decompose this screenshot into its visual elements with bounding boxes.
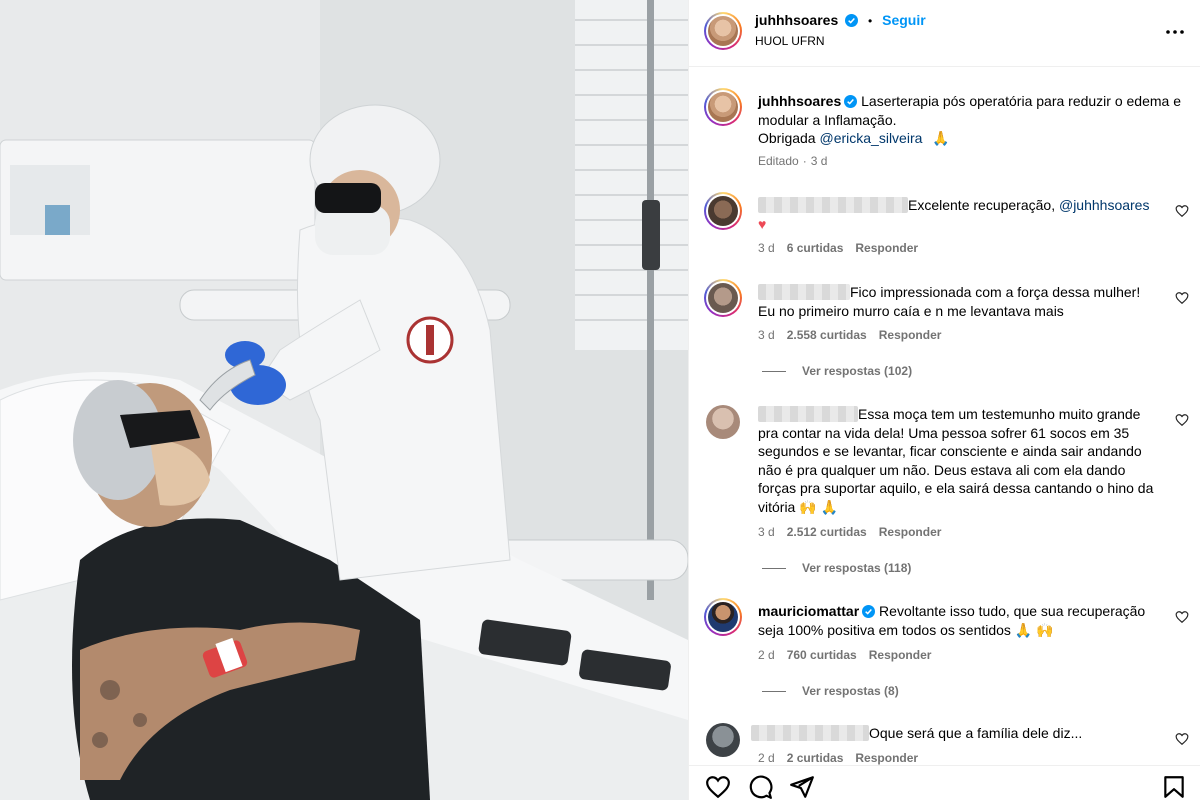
blurred-username (751, 725, 869, 741)
post-header: juhhhsoares • Seguir HUOL UFRN (689, 0, 1200, 67)
comment-meta: 3 d6 curtidas Responder (758, 241, 919, 255)
separator-dot: • (868, 14, 873, 28)
replies-divider (762, 691, 786, 693)
caption-time[interactable]: 3 d (811, 154, 828, 168)
comment-text: Fico impressionada com a força dessa mul… (758, 284, 1141, 319)
view-replies-button[interactable]: Ver respostas (102) (762, 364, 912, 378)
heart-icon[interactable] (1175, 610, 1189, 624)
comment-text: Excelente recuperação, @juhhhsoares ♥ (758, 197, 1150, 232)
replies-divider (762, 371, 786, 373)
comment-avatar-ring[interactable] (704, 192, 742, 230)
heart-emoji: ♥ (758, 215, 767, 232)
blurred-username (758, 197, 908, 213)
post-photo[interactable] (0, 0, 688, 800)
caption-author[interactable]: juhhhsoares (758, 93, 841, 109)
view-replies-button[interactable]: Ver respostas (8) (762, 684, 899, 698)
bookmark-icon[interactable] (1161, 774, 1187, 800)
avatar (708, 92, 738, 122)
caption-mention[interactable]: @ericka_silveira (819, 130, 922, 146)
comment-text: Essa moça tem um testemunho muito grande… (758, 406, 1154, 515)
caption-avatar-ring[interactable] (704, 88, 742, 126)
replies-divider (762, 568, 786, 570)
post-location[interactable]: HUOL UFRN (755, 34, 825, 48)
blurred-username (758, 284, 850, 300)
verified-icon (844, 95, 858, 108)
emoji: 🙌 🙏 (799, 498, 839, 515)
comment-mention[interactable]: @juhhhsoares (1059, 197, 1150, 213)
heart-icon[interactable] (1175, 732, 1189, 746)
avatar (708, 196, 738, 226)
photo-illustration (0, 0, 688, 800)
comments-list[interactable]: juhhhsoares Laserterapia pós operatória … (689, 68, 1200, 765)
comment-icon[interactable] (747, 774, 773, 800)
comment-text: Oque será que a família dele diz... (751, 724, 1171, 743)
avatar[interactable] (706, 405, 740, 439)
pray-emoji: 🙏 (932, 130, 950, 146)
comment-text: mauriciomattar Revoltante isso tudo, que… (758, 603, 1146, 638)
heart-icon[interactable] (1175, 291, 1189, 305)
view-replies-button[interactable]: Ver respostas (118) (762, 561, 911, 575)
blurred-username (758, 406, 858, 422)
verified-icon (862, 605, 876, 618)
caption-thanks: Obrigada (758, 130, 816, 146)
comment-meta: 2 d 760 curtidas Responder (758, 648, 932, 662)
edited-label: Editado (758, 154, 799, 168)
post-side-panel: juhhhsoares • Seguir HUOL UFRN juhhhsoar… (688, 0, 1200, 800)
more-icon[interactable] (1165, 22, 1185, 42)
avatar (708, 283, 738, 313)
comment-meta: 3 d 2.512 curtidas Responder (758, 525, 942, 539)
author-avatar-ring[interactable] (704, 12, 742, 50)
comment-avatar-ring[interactable] (704, 598, 742, 636)
heart-icon[interactable] (1175, 413, 1189, 427)
author-username[interactable]: juhhhsoares (755, 12, 838, 28)
emoji: 🙏 🙌 (1014, 621, 1054, 638)
follow-button[interactable]: Seguir (882, 12, 926, 28)
avatar[interactable] (706, 723, 740, 757)
avatar (708, 602, 738, 632)
post-actions (689, 765, 1200, 800)
caption-meta: Editado · 3 d (758, 154, 828, 168)
comment-avatar-ring[interactable] (704, 279, 742, 317)
heart-icon[interactable] (705, 774, 731, 800)
caption-text: juhhhsoares Laserterapia pós operatória … (758, 92, 1188, 148)
share-icon[interactable] (789, 774, 815, 800)
verified-icon (845, 14, 859, 27)
comment-meta: 2 d2 curtidas Responder (758, 751, 919, 765)
avatar (708, 16, 738, 46)
comment-author[interactable]: mauriciomattar (758, 603, 859, 619)
comment-meta: 3 d 2.558 curtidas Responder (758, 328, 942, 342)
heart-icon[interactable] (1175, 204, 1189, 218)
